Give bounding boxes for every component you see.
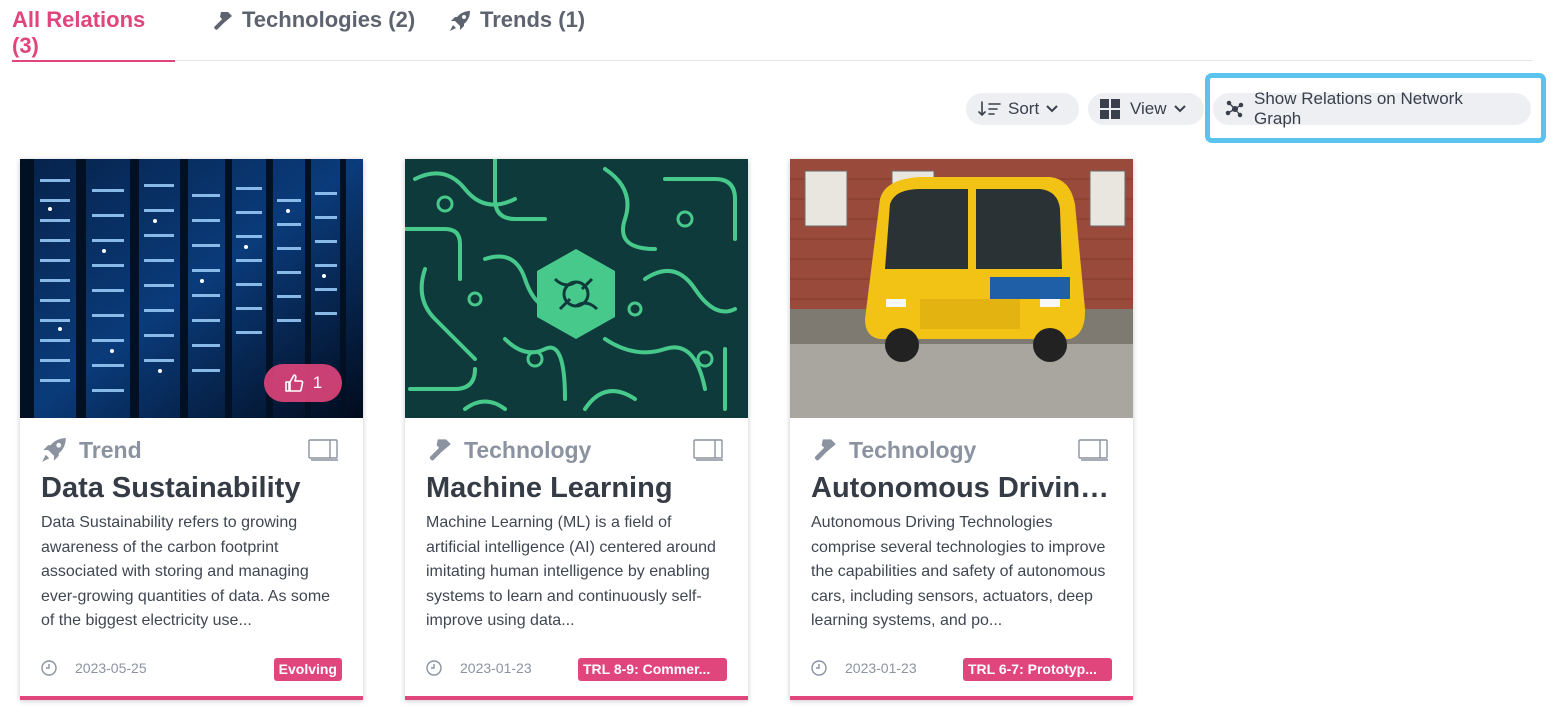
relation-card[interactable]: Technology Machine Learning Machine Lear… [405,159,748,700]
trl-badge: TRL 6-7: Prototyp... [963,658,1112,681]
tab-trends[interactable]: Trends (1) [449,7,585,61]
clock-icon [426,660,442,676]
thumbs-up-icon [284,374,304,392]
card-image-autonomous-bus [790,159,1133,418]
relations-tabs: All Relations (3) Technologies (2) Trend… [12,0,1532,62]
show-network-graph-button[interactable]: Show Relations on Network Graph [1213,89,1531,128]
card-type-label: Technology [849,436,977,463]
tab-trends-label: Trends (1) [480,7,586,32]
card-date: 2023-01-23 [811,660,917,676]
status-badge: Evolving [273,658,342,681]
card-title: Machine Learning [426,472,673,504]
like-count: 1 [312,373,323,392]
network-graph-icon [1225,100,1244,118]
hammer-icon [814,439,836,461]
card-title: Data Sustainability [41,472,301,504]
card-description: Machine Learning (ML) is a field of arti… [426,514,716,630]
card-type: Technology [811,435,976,465]
tab-technologies-label: Technologies (2) [242,7,416,32]
rocket-icon [449,10,471,32]
device-icon[interactable] [693,438,725,467]
rocket-icon [42,438,66,462]
card-type-label: Trend [79,436,142,463]
view-label: View [1130,99,1167,118]
card-date: 2023-01-23 [426,660,532,676]
tab-all-relations-label: All Relations (3) [12,7,146,58]
card-type-label: Technology [464,436,592,463]
card-type: Trend [41,435,142,465]
hammer-icon [429,439,451,461]
card-date: 2023-05-25 [41,660,147,676]
card-date-text: 2023-01-23 [460,660,532,676]
like-button[interactable]: 1 [264,364,342,402]
clock-icon [811,660,827,676]
tab-all-relations[interactable]: All Relations (3) [12,7,175,62]
chevron-down-icon [1046,105,1058,113]
sort-button[interactable]: Sort [966,93,1079,125]
card-type: Technology [426,435,591,465]
card-image-circuit-pattern [405,159,748,418]
trl-badge: TRL 8-9: Commer... [578,658,727,681]
view-button[interactable]: View [1088,93,1204,125]
sort-label: Sort [1008,99,1040,118]
card-description: Data Sustainability refers to growing aw… [41,514,331,630]
card-date-text: 2023-01-23 [845,660,917,676]
relation-card[interactable]: 1 Trend Data Sustainability Data Sustain… [20,159,363,700]
grid-view-icon [1100,99,1120,119]
card-description: Autonomous Driving Technologies comprise… [811,514,1106,630]
hammer-icon [211,10,233,32]
relation-card[interactable]: Technology Autonomous Driving ... Autono… [790,159,1133,700]
tab-technologies[interactable]: Technologies (2) [211,7,415,61]
card-date-text: 2023-05-25 [75,660,147,676]
clock-icon [41,660,57,676]
device-icon[interactable] [1078,438,1110,467]
card-title: Autonomous Driving ... [811,472,1116,504]
device-icon[interactable] [308,438,340,467]
sort-icon [978,101,1001,117]
network-graph-label: Show Relations on Network Graph [1254,89,1463,128]
chevron-down-icon [1173,105,1186,113]
